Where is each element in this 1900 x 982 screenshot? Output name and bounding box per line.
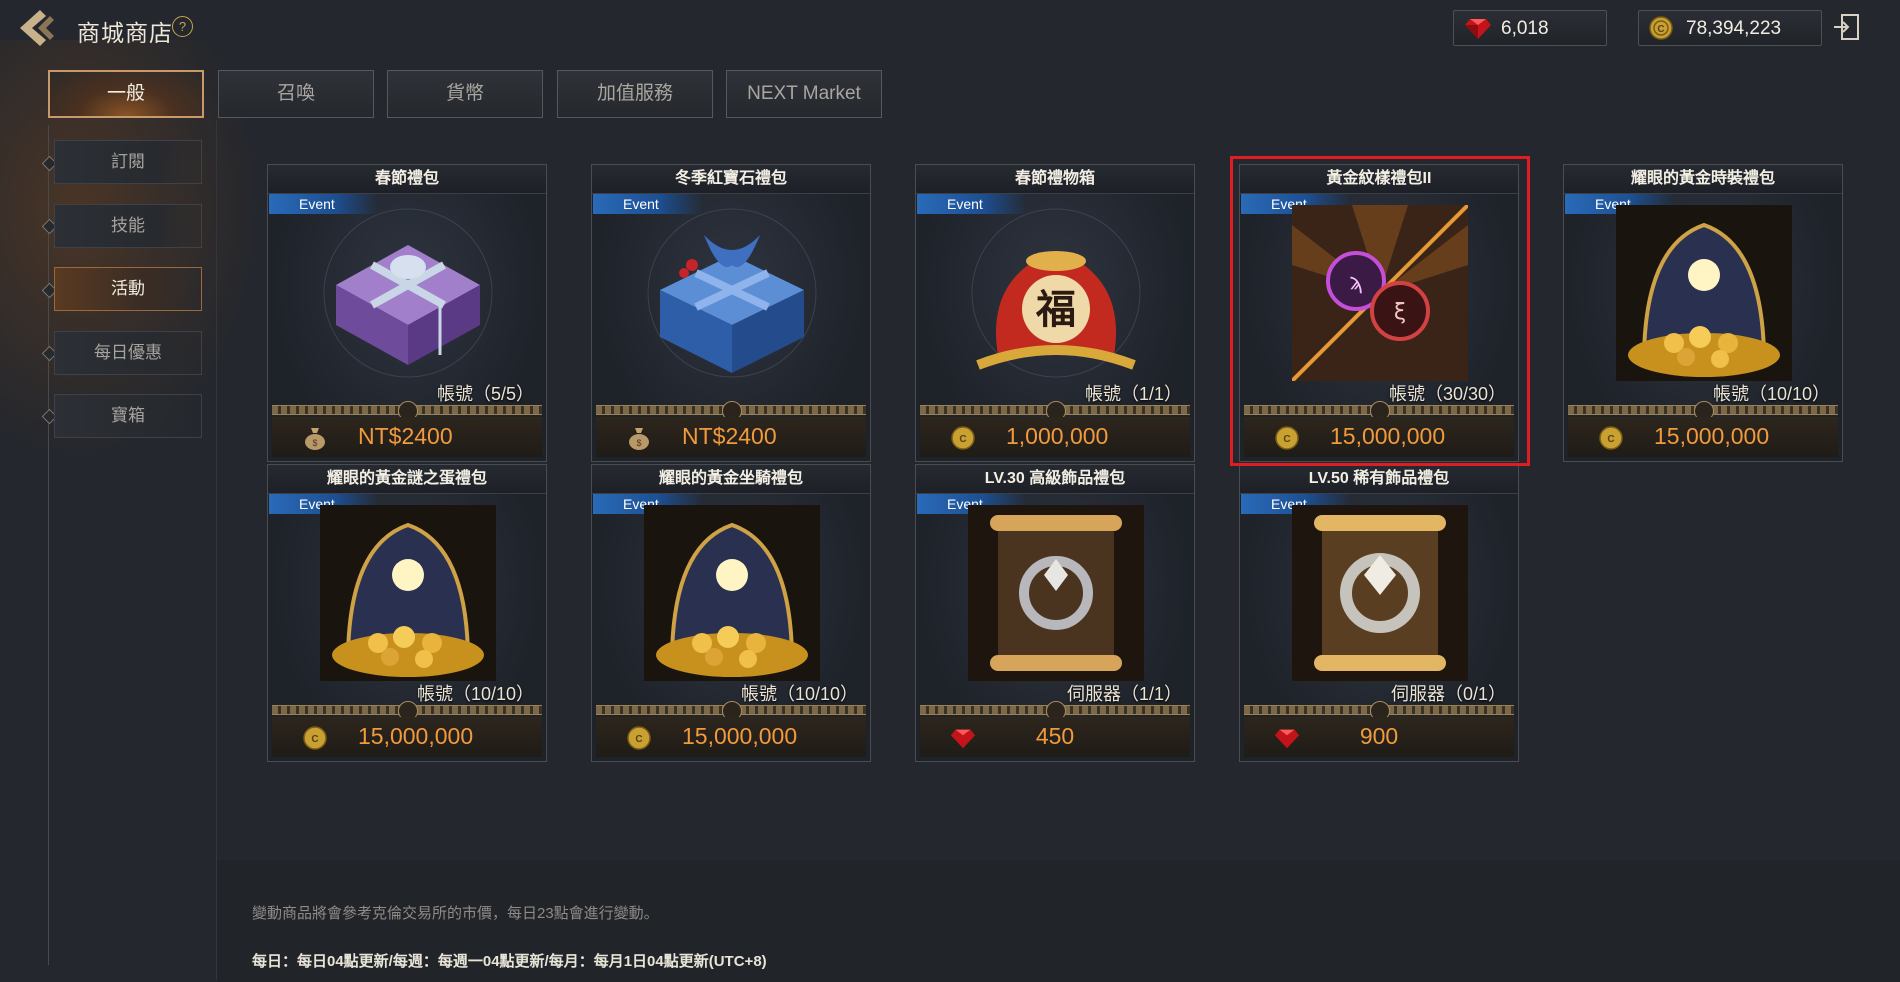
price-bar: C 15,000,000 [1568, 417, 1838, 457]
sidebar-item-chests[interactable]: 寶箱 [54, 394, 202, 438]
product-title: LV.50 稀有飾品禮包 [1240, 465, 1518, 494]
price-bar: 450 [920, 717, 1190, 757]
purchase-limit: 帳號（5/5） [436, 384, 534, 404]
product-title: 黃金紋樣禮包II [1240, 165, 1518, 194]
gold-balance: C 78,394,223 [1638, 10, 1822, 46]
tab-value-service[interactable]: 加值服務 [557, 70, 713, 118]
svg-text:C: C [1607, 434, 1614, 445]
product-card[interactable]: 耀眼的黃金時裝禮包 Event 帳號（10/10） C 15,000,000 [1563, 164, 1843, 462]
sidebar-item-events[interactable]: 活動 [54, 267, 202, 311]
tab-currency[interactable]: 貨幣 [387, 70, 543, 118]
svg-text:C: C [311, 734, 318, 745]
ruby-amount: 6,018 [1501, 18, 1549, 39]
sidebar-item-daily-deals[interactable]: 每日優惠 [54, 331, 202, 375]
price-value: NT$2400 [358, 423, 453, 449]
gold-coin-icon: C [303, 726, 327, 750]
money-bag-icon: $ [629, 428, 649, 450]
svg-text:C: C [635, 734, 642, 745]
price-bar: $ NT$2400 [272, 417, 542, 457]
tab-summon[interactable]: 召喚 [218, 70, 374, 118]
price-value: 900 [1359, 723, 1399, 749]
product-card[interactable]: LV.30 高級飾品禮包 Event 伺服器（1/1） 450 [915, 464, 1195, 762]
svg-text:ϡ: ϡ [1349, 270, 1363, 295]
gold-coin-icon: C [951, 426, 975, 450]
product-title: 冬季紅寶石禮包 [592, 165, 870, 194]
footer-note: 變動商品將會參考克倫交易所的市價，每日23點會進行變動。 [252, 905, 659, 922]
product-card[interactable]: 耀眼的黃金坐騎禮包 Event 帳號（10/10） C 15,000,000 [591, 464, 871, 762]
price-value: 15,000,000 [682, 723, 798, 749]
purchase-limit: 伺服器（0/1） [1390, 684, 1506, 704]
svg-text:ξ: ξ [1394, 300, 1406, 325]
purple-giftbox-icon [323, 208, 493, 378]
svg-text:$: $ [636, 438, 641, 448]
svg-text:$: $ [312, 438, 317, 448]
product-title: 耀眼的黃金謎之蛋禮包 [268, 465, 546, 494]
price-bar: C 1,000,000 [920, 417, 1190, 457]
gold-coin-icon: C [627, 726, 651, 750]
product-card[interactable]: 冬季紅寶石禮包 Event $ NT$2400 [591, 164, 871, 462]
exit-button[interactable] [1832, 12, 1862, 42]
top-bar: 商城商店 ? 6,018 C 78,394,223 [0, 0, 1900, 56]
gold-coin-icon: C [1599, 426, 1623, 450]
price-bar: C 15,000,000 [596, 717, 866, 757]
price-value: 15,000,000 [358, 723, 474, 749]
purchase-limit: 帳號（10/10） [416, 684, 534, 704]
price-bar: C 15,000,000 [272, 717, 542, 757]
price-value: 15,000,000 [1654, 423, 1770, 449]
product-title: 春節禮包 [268, 165, 546, 194]
sidebar-item-subscription[interactable]: 訂閱 [54, 140, 202, 184]
product-title: LV.30 高級飾品禮包 [916, 465, 1194, 494]
product-title: 耀眼的黃金坐騎禮包 [592, 465, 870, 494]
price-bar: $ NT$2400 [596, 417, 866, 457]
price-bar: C 15,000,000 [1244, 417, 1514, 457]
gold-coin-icon: C [1275, 426, 1299, 450]
sidebar-divider [216, 120, 217, 980]
purchase-limit: 帳號（30/30） [1388, 384, 1506, 404]
purchase-limit: 伺服器（1/1） [1066, 684, 1182, 704]
page-title: 商城商店 [77, 20, 173, 46]
product-card[interactable]: LV.50 稀有飾品禮包 Event 伺服器（0/1） 900 [1239, 464, 1519, 762]
svg-text:C: C [1283, 434, 1290, 445]
ruby-balance: 6,018 [1453, 10, 1607, 46]
tab-next-market[interactable]: NEXT Market [726, 70, 882, 118]
gold-treasure-icon [320, 505, 496, 681]
gold-treasure-icon [644, 505, 820, 681]
exit-icon [1834, 14, 1859, 40]
blue-giftbox-icon [647, 208, 817, 378]
gold-amount: 78,394,223 [1686, 18, 1782, 39]
scroll-ring-icon [968, 505, 1144, 681]
gold-coin-icon: C [1649, 16, 1673, 40]
svg-text:C: C [1657, 24, 1664, 35]
back-button[interactable] [16, 6, 62, 50]
price-value: 450 [1035, 723, 1075, 749]
sidebar-item-skills[interactable]: 技能 [54, 204, 202, 248]
emblem-orbs-icon: ϡ ξ [1292, 205, 1468, 381]
price-value: 1,000,000 [1006, 423, 1109, 449]
purchase-limit: 帳號（10/10） [740, 684, 858, 704]
gold-treasure-icon [1616, 205, 1792, 381]
tab-general[interactable]: 一般 [48, 70, 204, 118]
price-value: 15,000,000 [1330, 423, 1446, 449]
help-icon[interactable]: ? [172, 16, 193, 37]
price-bar: 900 [1244, 717, 1514, 757]
fortune-bag-icon: 福 [971, 208, 1141, 378]
footer-reset-schedule: 每日：每日04點更新/每週：每週一04點更新/每月：每月1日04點更新(UTC+… [252, 953, 767, 970]
product-card[interactable]: 耀眼的黃金謎之蛋禮包 Event 帳號（10/10） C 15,000,000 [267, 464, 547, 762]
product-card[interactable]: 春節禮包 Event 帳號（5/5） $ NT$2400 [267, 164, 547, 462]
money-bag-icon: $ [305, 428, 325, 450]
product-card[interactable]: 黃金紋樣禮包II Event ϡ ξ 帳號（30/30） C 15,000,00… [1239, 164, 1519, 462]
back-arrow-icon [20, 10, 54, 46]
price-value: NT$2400 [682, 423, 777, 449]
svg-text:C: C [959, 434, 966, 445]
purchase-limit: 帳號（10/10） [1712, 384, 1830, 404]
scroll-ring-icon [1292, 505, 1468, 681]
purchase-limit: 帳號（1/1） [1084, 384, 1182, 404]
product-title: 春節禮物箱 [916, 165, 1194, 194]
product-title: 耀眼的黃金時裝禮包 [1564, 165, 1842, 194]
product-card[interactable]: 春節禮物箱 Event 福 帳號（1/1） C 1,000,000 [915, 164, 1195, 462]
sidebar-connector-line [48, 125, 49, 965]
svg-text:福: 福 [1035, 287, 1076, 333]
ruby-icon [1465, 19, 1491, 39]
